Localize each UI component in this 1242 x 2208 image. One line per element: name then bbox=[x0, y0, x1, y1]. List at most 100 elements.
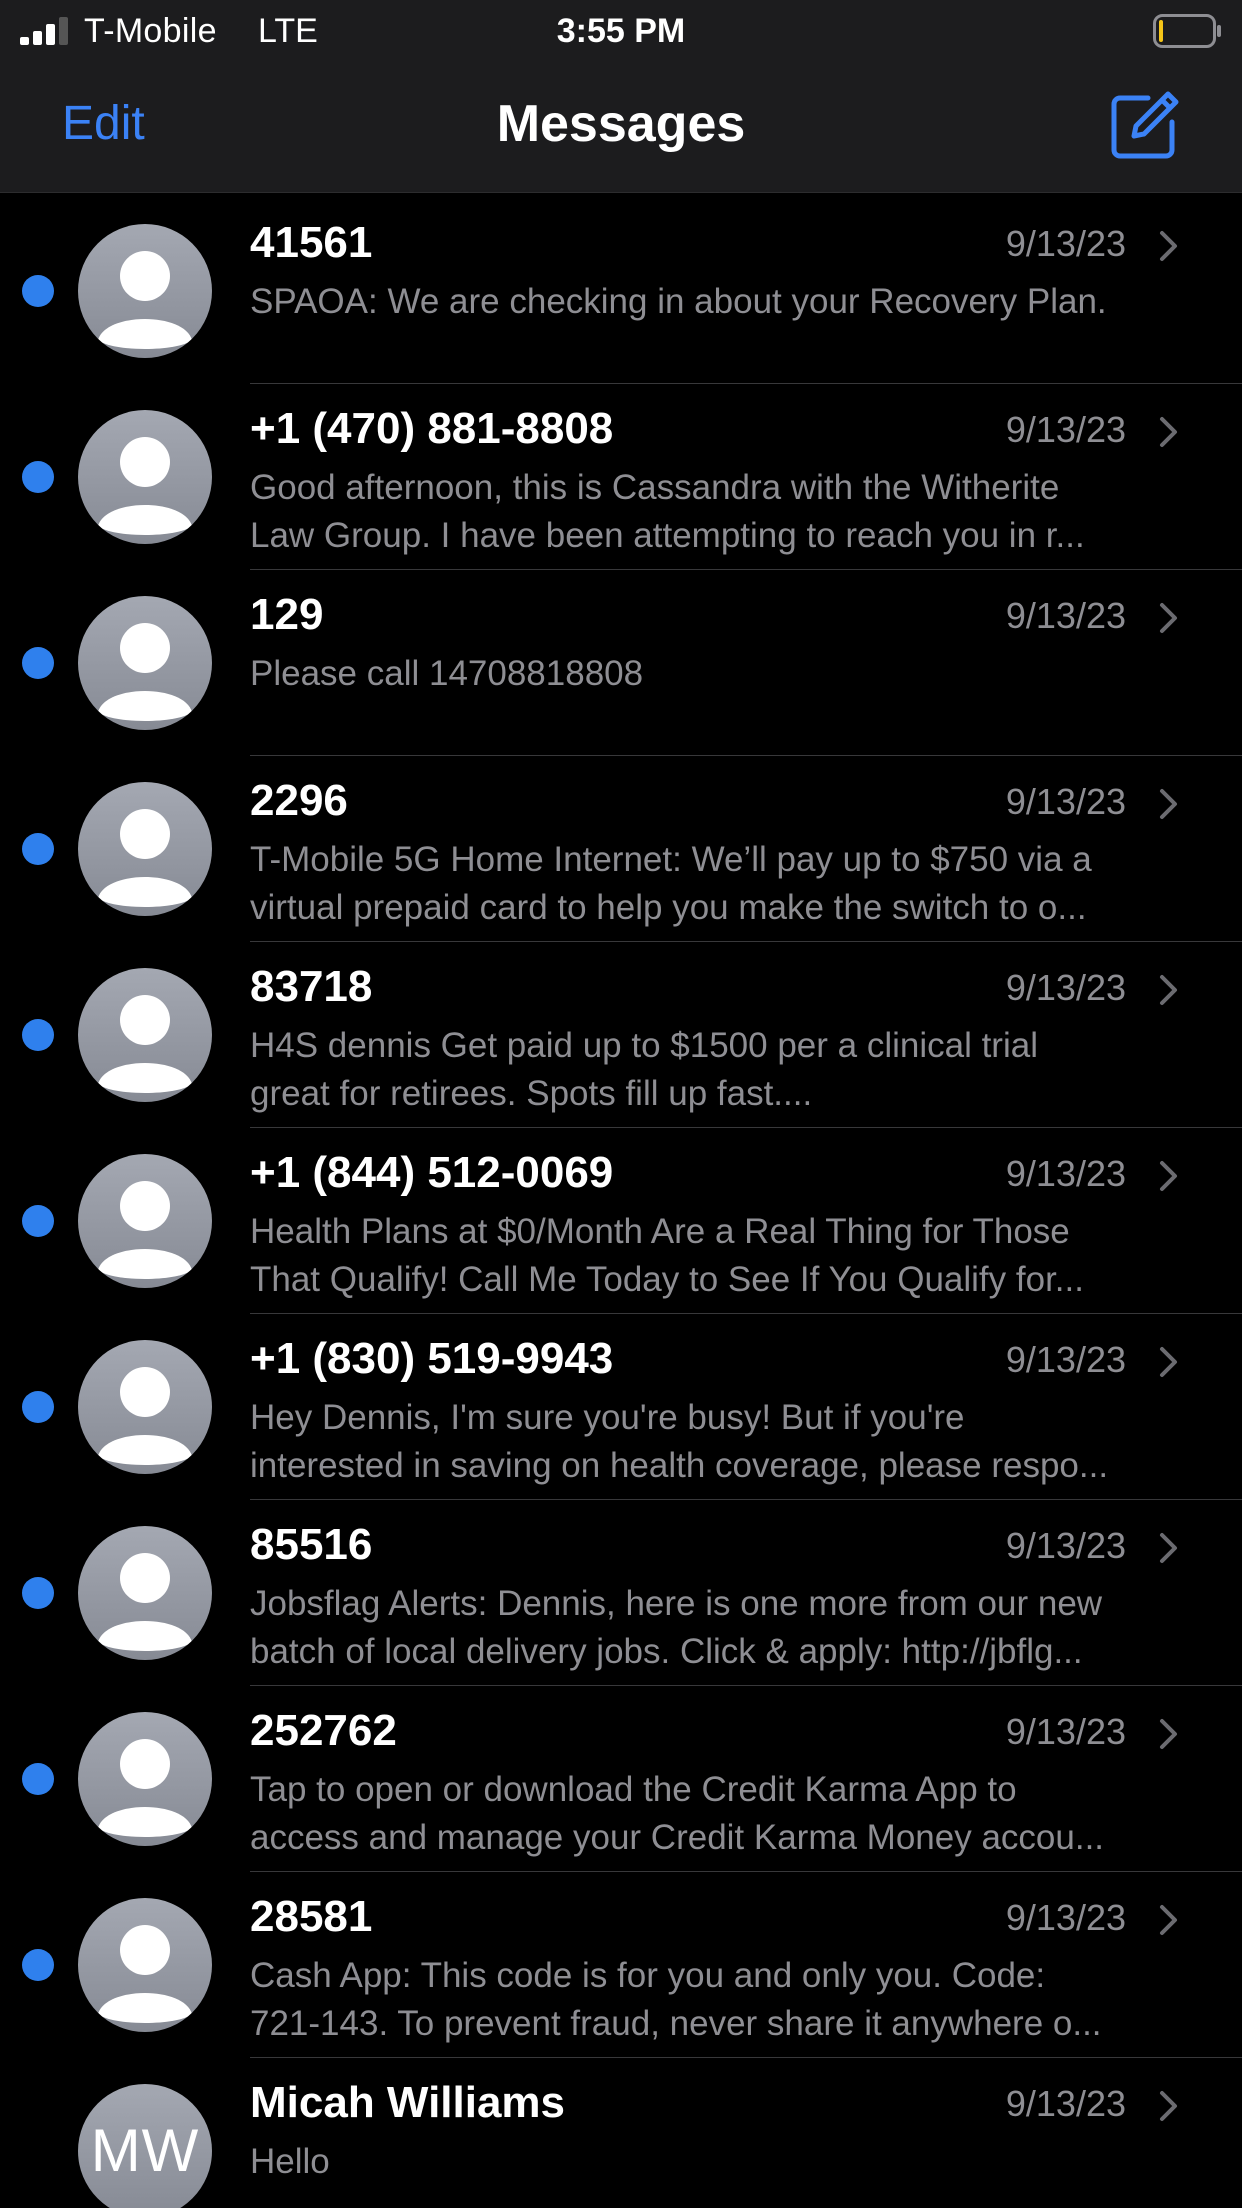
message-date: 9/13/23 bbox=[1005, 1525, 1126, 1566]
chevron-right-icon bbox=[1160, 1533, 1177, 1563]
sender-name: 2296 bbox=[250, 776, 348, 825]
conversation-row[interactable]: MW Micah Williams 9/13/23 Hello bbox=[0, 2058, 1242, 2208]
preview-line: H4S dennis Get paid up to $1500 per a cl… bbox=[250, 1026, 1038, 1065]
avatar bbox=[78, 1712, 212, 1846]
message-date: 9/13/23 bbox=[1005, 1897, 1126, 1938]
avatar-initials: MW bbox=[90, 2117, 200, 2184]
unread-indicator bbox=[22, 1019, 54, 1051]
message-preview: Hey Dennis, I'm sure you're busy! But if… bbox=[250, 1394, 1190, 1490]
unread-indicator bbox=[22, 1391, 54, 1423]
message-date: 9/13/23 bbox=[1005, 409, 1126, 450]
sender-name: 28581 bbox=[250, 1892, 373, 1941]
sender-name: 85516 bbox=[250, 1520, 373, 1569]
conversation-row[interactable]: 28581 9/13/23 Cash App: This code is for y… bbox=[0, 1872, 1242, 2058]
person-icon bbox=[78, 596, 212, 730]
conversation-row[interactable]: 85516 9/13/23 Jobsflag Alerts: Dennis, her… bbox=[0, 1500, 1242, 1686]
edit-button[interactable]: Edit bbox=[62, 94, 145, 154]
battery-icon bbox=[1153, 14, 1221, 48]
avatar bbox=[78, 1154, 212, 1288]
message-preview: Good afternoon, this is Cassandra with t… bbox=[250, 464, 1190, 560]
avatar bbox=[78, 782, 212, 916]
sender-name: +1 (470) 881-8808 bbox=[250, 404, 614, 453]
message-preview: T-Mobile 5G Home Internet: We’ll pay up … bbox=[250, 836, 1190, 932]
preview-line: batch of local delivery jobs. Click & ap… bbox=[250, 1632, 1083, 1671]
message-date: 9/13/23 bbox=[1005, 967, 1126, 1008]
header: T-Mobile LTE 3:55 PM Edit Messages bbox=[0, 0, 1242, 193]
person-icon bbox=[78, 410, 212, 544]
page-title: Messages bbox=[496, 95, 746, 153]
status-time: 3:55 PM bbox=[556, 12, 686, 50]
avatar bbox=[78, 596, 212, 730]
preview-line: Law Group. I have been attempting to rea… bbox=[250, 516, 1085, 555]
unread-indicator bbox=[22, 833, 54, 865]
chevron-right-icon bbox=[1160, 417, 1177, 447]
message-preview: Tap to open or download the Credit Karma… bbox=[250, 1766, 1190, 1862]
sender-name: +1 (830) 519-9943 bbox=[250, 1334, 614, 1383]
chevron-right-icon bbox=[1160, 231, 1177, 261]
person-icon bbox=[78, 1526, 212, 1660]
unread-indicator bbox=[22, 647, 54, 679]
conversation-row[interactable]: 41561 9/13/23 SPAOA: We are checking in ab… bbox=[0, 198, 1242, 384]
preview-line: Good afternoon, this is Cassandra with t… bbox=[250, 468, 1060, 507]
chevron-right-icon bbox=[1160, 1905, 1177, 1935]
sender-name: Micah Williams bbox=[250, 2078, 566, 2127]
unread-indicator bbox=[22, 1577, 54, 1609]
avatar bbox=[78, 1340, 212, 1474]
conversation-row[interactable]: +1 (844) 512-0069 9/13/23 Health Plans at … bbox=[0, 1128, 1242, 1314]
chevron-right-icon bbox=[1160, 1161, 1177, 1191]
preview-line: great for retirees. Spots fill up fast..… bbox=[250, 1074, 813, 1113]
preview-line: Jobsflag Alerts: Dennis, here is one mor… bbox=[250, 1584, 1103, 1623]
preview-line: virtual prepaid card to help you make th… bbox=[250, 888, 1087, 927]
person-icon bbox=[78, 1712, 212, 1846]
avatar bbox=[78, 1526, 212, 1660]
conversation-list[interactable]: 41561 9/13/23 SPAOA: We are checking in ab… bbox=[0, 198, 1242, 2208]
sender-name: 41561 bbox=[250, 218, 373, 267]
preview-line: T-Mobile 5G Home Internet: We’ll pay up … bbox=[250, 840, 1092, 879]
chevron-right-icon bbox=[1160, 2091, 1177, 2121]
sender-name: 129 bbox=[250, 590, 324, 639]
preview-line: interested in saving on health coverage,… bbox=[250, 1446, 1109, 1485]
unread-indicator bbox=[22, 1205, 54, 1237]
unread-indicator bbox=[22, 275, 54, 307]
avatar bbox=[78, 968, 212, 1102]
preview-line: Hey Dennis, I'm sure you're busy! But if… bbox=[250, 1398, 965, 1437]
person-icon bbox=[78, 782, 212, 916]
chevron-right-icon bbox=[1160, 789, 1177, 819]
message-preview: Health Plans at $0/Month Are a Real Thin… bbox=[250, 1208, 1190, 1304]
compose-icon[interactable] bbox=[1108, 90, 1180, 162]
preview-line: Hello bbox=[250, 2142, 330, 2181]
avatar: MW bbox=[78, 2084, 212, 2208]
conversation-row[interactable]: 83718 9/13/23 H4S dennis Get paid up to $1… bbox=[0, 942, 1242, 1128]
message-date: 9/13/23 bbox=[1005, 223, 1126, 264]
avatar bbox=[78, 1898, 212, 2032]
conversation-row[interactable]: +1 (830) 519-9943 9/13/23 Hey Dennis, I'm … bbox=[0, 1314, 1242, 1500]
person-icon bbox=[78, 224, 212, 358]
conversation-row[interactable]: 129 9/13/23 Please call 14708818808 bbox=[0, 570, 1242, 756]
preview-line: SPAOA: We are checking in about your Rec… bbox=[250, 282, 1107, 321]
chevron-right-icon bbox=[1160, 1719, 1177, 1749]
message-date: 9/13/23 bbox=[1005, 781, 1126, 822]
preview-line: 721-143. To prevent fraud, never share i… bbox=[250, 2004, 1102, 2043]
preview-line: That Qualify! Call Me Today to See If Yo… bbox=[250, 1260, 1084, 1299]
status-bar: T-Mobile LTE 3:55 PM bbox=[0, 0, 1242, 62]
conversation-row[interactable]: 252762 9/13/23 Tap to open or download the… bbox=[0, 1686, 1242, 1872]
message-date: 9/13/23 bbox=[1005, 595, 1126, 636]
preview-line: Cash App: This code is for you and only … bbox=[250, 1956, 1046, 1995]
unread-indicator bbox=[22, 1763, 54, 1795]
chevron-right-icon bbox=[1160, 1347, 1177, 1377]
message-preview: Cash App: This code is for you and only … bbox=[250, 1952, 1190, 2048]
preview-line: access and manage your Credit Karma Mone… bbox=[250, 1818, 1105, 1857]
chevron-right-icon bbox=[1160, 975, 1177, 1005]
message-date: 9/13/23 bbox=[1005, 1339, 1126, 1380]
message-preview: Please call 14708818808 bbox=[250, 650, 1190, 698]
sender-name: 252762 bbox=[250, 1706, 397, 1755]
conversation-row[interactable]: 2296 9/13/23 T-Mobile 5G Home Internet: We… bbox=[0, 756, 1242, 942]
message-date: 9/13/23 bbox=[1005, 1153, 1126, 1194]
sender-name: +1 (844) 512-0069 bbox=[250, 1148, 614, 1197]
message-date: 9/13/23 bbox=[1005, 1711, 1126, 1752]
message-preview: Hello bbox=[250, 2138, 1190, 2186]
conversation-row[interactable]: +1 (470) 881-8808 9/13/23 Good afternoon, … bbox=[0, 384, 1242, 570]
message-preview: SPAOA: We are checking in about your Rec… bbox=[250, 278, 1190, 326]
message-preview: H4S dennis Get paid up to $1500 per a cl… bbox=[250, 1022, 1190, 1118]
person-icon bbox=[78, 1154, 212, 1288]
